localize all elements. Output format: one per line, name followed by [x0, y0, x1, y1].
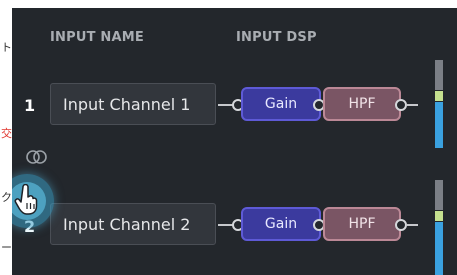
- input-channels-panel: INPUT NAME INPUT DSP 1 Input Channel 1 G…: [12, 8, 457, 275]
- meter-idle-segment: [435, 180, 443, 210]
- channel-number: 1: [24, 96, 36, 115]
- dsp-hpf-block[interactable]: HPF: [323, 87, 401, 121]
- signal-connector: [406, 104, 418, 106]
- channel-name-field[interactable]: Input Channel 1: [50, 83, 216, 125]
- edge-glyph: 交: [1, 127, 12, 140]
- channel-name-field[interactable]: Input Channel 2: [50, 203, 216, 245]
- meter-idle-segment: [435, 60, 443, 90]
- background-page-edge: ト 交 ク ー: [0, 0, 12, 275]
- meter-peak-segment: [435, 91, 443, 101]
- dsp-gain-block[interactable]: Gain: [241, 87, 321, 121]
- meter-peak-segment: [435, 211, 443, 221]
- edge-glyph: ト: [1, 41, 12, 54]
- meter-level-segment: [435, 222, 443, 275]
- level-meter: [435, 180, 443, 275]
- input-dsp-header: INPUT DSP: [236, 30, 317, 45]
- dsp-hpf-block[interactable]: HPF: [323, 207, 401, 241]
- touch-cursor-indicator: [12, 174, 54, 228]
- edge-glyph: ー: [1, 241, 12, 254]
- meter-level-segment: [435, 102, 443, 148]
- dsp-gain-block[interactable]: Gain: [241, 207, 321, 241]
- touch-hand-icon: [14, 184, 38, 215]
- input-name-header: INPUT NAME: [50, 30, 144, 45]
- level-meter: [435, 60, 443, 148]
- link-rings-icon[interactable]: [25, 149, 49, 165]
- edge-glyph: ク: [1, 191, 12, 204]
- signal-connector: [406, 224, 418, 226]
